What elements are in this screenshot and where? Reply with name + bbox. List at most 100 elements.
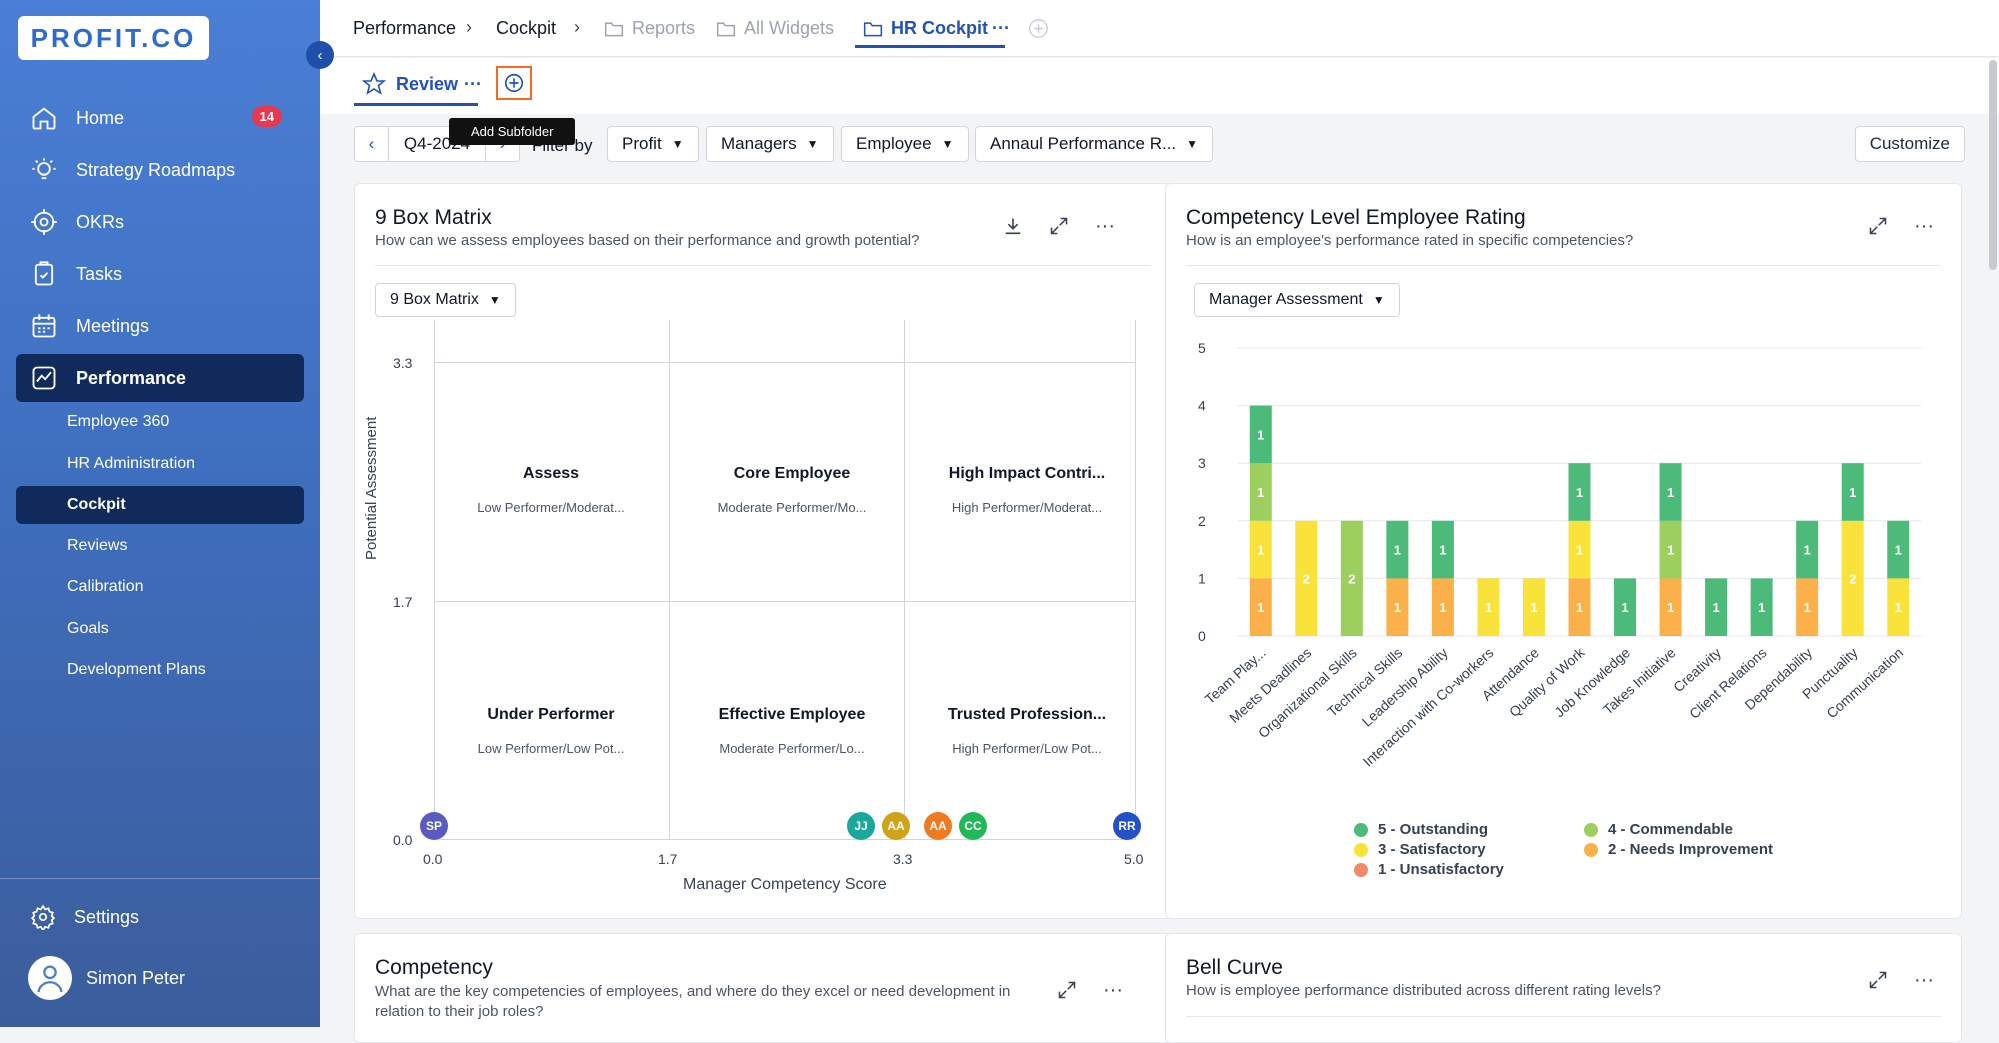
tab-review[interactable]: Review ··· bbox=[362, 72, 482, 96]
sidebar-item-label: Home bbox=[76, 107, 125, 128]
more-options-icon[interactable]: ··· bbox=[1101, 978, 1125, 1002]
card-actions: ··· bbox=[1001, 214, 1117, 238]
download-icon[interactable] bbox=[1001, 214, 1025, 238]
legend-item: 1 - Unsatisfactory bbox=[1354, 861, 1504, 878]
chevron-down-icon: ▼ bbox=[1186, 137, 1199, 151]
x-tick-label: Meets Deadlines bbox=[1226, 644, 1314, 726]
manager-assessment-dropdown[interactable]: Manager Assessment ▼ bbox=[1194, 283, 1400, 317]
sidebar-subitem-development-plans[interactable]: Development Plans bbox=[16, 651, 304, 689]
card-subtitle: How can we assess employees based on the… bbox=[375, 232, 920, 249]
breadcrumb-performance[interactable]: Performance bbox=[353, 18, 456, 39]
sidebar-item-strategy-roadmaps[interactable]: Strategy Roadmaps bbox=[16, 146, 304, 194]
x-tick: 1.7 bbox=[658, 851, 678, 867]
grid-line bbox=[435, 362, 1135, 363]
bar-data-label: 1 bbox=[1439, 543, 1446, 558]
chevron-left-icon[interactable]: ‹ bbox=[355, 127, 389, 161]
employee-avatar-dot[interactable]: AA bbox=[882, 812, 910, 840]
chevron-down-icon: ▼ bbox=[806, 137, 819, 151]
sidebar-subitem-calibration[interactable]: Calibration bbox=[16, 568, 304, 606]
star-icon bbox=[362, 72, 386, 95]
bar-data-label: 1 bbox=[1439, 600, 1446, 615]
add-subfolder-button[interactable] bbox=[496, 66, 532, 100]
employee-avatar-dot[interactable]: SP bbox=[420, 812, 448, 840]
breadcrumb-all-widgets[interactable]: All Widgets bbox=[716, 18, 834, 39]
card-divider bbox=[375, 265, 1151, 266]
managers-filter[interactable]: Managers ▼ bbox=[706, 126, 834, 162]
more-options-icon[interactable]: ··· bbox=[992, 18, 1010, 39]
bar-data-label: 1 bbox=[1576, 600, 1583, 615]
annual-performance-filter[interactable]: Annaul Performance R... ▼ bbox=[975, 126, 1214, 162]
sidebar-item-meetings[interactable]: Meetings bbox=[16, 302, 304, 350]
chevron-left-icon: ‹ bbox=[317, 46, 323, 64]
user-profile[interactable]: Simon Peter bbox=[28, 956, 185, 1000]
sidebar-subitem-goals[interactable]: Goals bbox=[16, 610, 304, 648]
nine-box-grid bbox=[434, 320, 1136, 840]
breadcrumb: Performance › Cockpit › Reports All Widg… bbox=[320, 0, 1999, 57]
user-icon bbox=[37, 965, 63, 993]
employee-avatar-dot[interactable]: CC bbox=[959, 812, 987, 840]
more-options-icon[interactable]: ··· bbox=[464, 74, 482, 95]
employee-avatar-dot[interactable]: JJ bbox=[847, 812, 875, 840]
breadcrumb-hr-cockpit[interactable]: HR Cockpit ··· bbox=[863, 18, 1010, 39]
cell-title: Core Employee bbox=[733, 465, 851, 482]
legend-swatch bbox=[1584, 822, 1598, 837]
chevron-down-icon: ▼ bbox=[1372, 293, 1385, 307]
sidebar-subitem-hr-administration[interactable]: HR Administration bbox=[16, 445, 304, 483]
chevron-down-icon: ▼ bbox=[941, 137, 954, 151]
legend-swatch bbox=[1354, 842, 1368, 857]
collapse-sidebar-button[interactable]: ‹ bbox=[306, 41, 334, 69]
plus-circle-icon bbox=[504, 73, 524, 93]
sidebar-item-tasks[interactable]: Tasks bbox=[16, 250, 304, 298]
subfolder-tabs: Review ··· bbox=[320, 58, 1999, 114]
main-content: Performance › Cockpit › Reports All Widg… bbox=[320, 0, 1999, 1043]
profit-filter[interactable]: Profit ▼ bbox=[607, 126, 699, 162]
customize-button[interactable]: Customize bbox=[1854, 126, 1965, 162]
expand-icon[interactable] bbox=[1047, 214, 1071, 238]
sidebar-item-home[interactable]: Home 14 bbox=[16, 94, 304, 142]
breadcrumb-cockpit[interactable]: Cockpit bbox=[496, 18, 556, 39]
settings-label: Settings bbox=[74, 906, 140, 927]
bar-data-label: 2 bbox=[1348, 571, 1355, 586]
chevron-down-icon: ▼ bbox=[671, 137, 684, 151]
sidebar-subitem-reviews[interactable]: Reviews bbox=[16, 527, 304, 565]
legend-item: 3 - Satisfactory bbox=[1354, 841, 1486, 858]
expand-icon[interactable] bbox=[1866, 968, 1890, 992]
cell-title: Effective Employee bbox=[718, 706, 866, 723]
sidebar-item-label: Strategy Roadmaps bbox=[76, 159, 236, 180]
vertical-scrollbar[interactable] bbox=[1989, 60, 1997, 270]
folder-icon bbox=[716, 21, 736, 36]
bar-data-label: 2 bbox=[1849, 571, 1856, 586]
card-actions: ··· bbox=[1866, 968, 1936, 992]
sidebar-subitem-employee-360[interactable]: Employee 360 bbox=[16, 403, 304, 441]
sidebar-subitem-cockpit[interactable]: Cockpit bbox=[16, 486, 304, 524]
expand-icon[interactable] bbox=[1866, 214, 1890, 238]
x-tick: 3.3 bbox=[893, 851, 913, 867]
more-options-icon[interactable]: ··· bbox=[1093, 214, 1117, 238]
filter-label: Managers bbox=[721, 134, 797, 153]
more-options-icon[interactable]: ··· bbox=[1912, 214, 1936, 238]
breadcrumb-reports[interactable]: Reports bbox=[604, 18, 695, 39]
dropdown-value: Manager Assessment bbox=[1209, 291, 1363, 308]
legend-label: 4 - Commendable bbox=[1608, 821, 1734, 838]
active-tab-underline bbox=[855, 45, 1005, 48]
competency-rating-card: Competency Level Employee Rating How is … bbox=[1165, 183, 1962, 919]
expand-icon[interactable] bbox=[1055, 978, 1079, 1002]
more-options-icon[interactable]: ··· bbox=[1912, 968, 1936, 992]
bar-data-label: 1 bbox=[1667, 485, 1674, 500]
nine-box-dropdown[interactable]: 9 Box Matrix ▼ bbox=[375, 283, 516, 317]
card-divider bbox=[1186, 1016, 1941, 1017]
add-tab-icon[interactable] bbox=[1028, 18, 1049, 39]
y-tick: 0.0 bbox=[393, 832, 413, 848]
employee-avatar-dot[interactable]: RR bbox=[1113, 812, 1141, 840]
employee-avatar-dot[interactable]: AA bbox=[924, 812, 952, 840]
profit-co-logo[interactable]: PROFIT.CO bbox=[18, 16, 209, 60]
cell-subtitle: Low Performer/Low Pot... bbox=[477, 741, 625, 756]
bar-data-label: 1 bbox=[1257, 485, 1264, 500]
sidebar-item-settings[interactable]: Settings bbox=[30, 904, 139, 930]
bar-data-label: 1 bbox=[1758, 600, 1765, 615]
sidebar: PROFIT.CO Home 14 Strategy Roadmaps OKRs… bbox=[0, 0, 320, 1027]
sidebar-item-okrs[interactable]: OKRs bbox=[16, 198, 304, 246]
user-name: Simon Peter bbox=[86, 967, 186, 988]
employee-filter[interactable]: Employee ▼ bbox=[841, 126, 969, 162]
sidebar-item-performance[interactable]: Performance bbox=[16, 354, 304, 402]
